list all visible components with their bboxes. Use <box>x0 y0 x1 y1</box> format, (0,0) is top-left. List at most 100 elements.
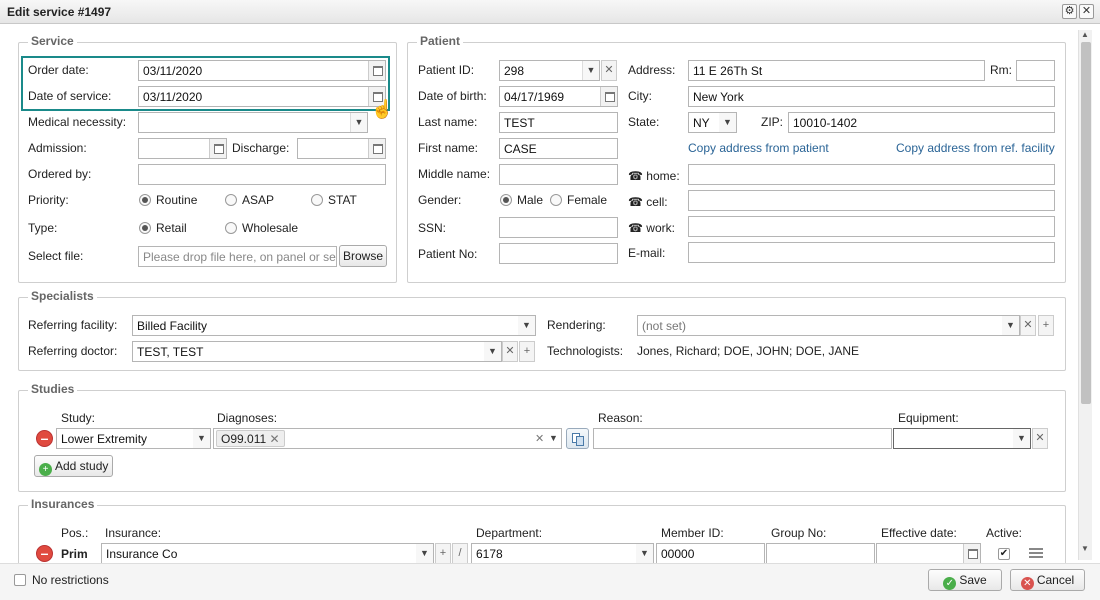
select-file-label: Select file: <box>28 249 84 263</box>
insurance-header: Insurance: <box>105 526 162 540</box>
chevron-down-icon[interactable]: ▼ <box>193 429 210 448</box>
pos-value: Prim <box>61 547 88 561</box>
add-icon[interactable]: + <box>1038 315 1054 336</box>
no-restrictions-checkbox[interactable] <box>14 574 26 586</box>
save-label: Save <box>959 573 987 587</box>
state-label: State: <box>628 115 660 129</box>
copy-from-patient-link[interactable]: Copy address from patient <box>688 141 829 155</box>
remove-tag-icon[interactable]: ✕ <box>270 432 280 446</box>
city-input[interactable]: New York <box>688 86 1055 107</box>
chevron-down-icon[interactable]: ▼ <box>1013 429 1030 448</box>
scroll-up-icon[interactable]: ▲ <box>1081 30 1089 39</box>
calendar-icon[interactable] <box>963 544 980 563</box>
type-retail-radio[interactable] <box>139 222 151 234</box>
referring-facility-select[interactable]: Billed Facility <box>132 315 536 336</box>
email-input[interactable] <box>688 242 1055 263</box>
group-no-input[interactable] <box>766 543 875 564</box>
clear-icon[interactable]: ✕ <box>502 341 518 362</box>
priority-asap-radio[interactable] <box>225 194 237 206</box>
remove-insurance-icon[interactable]: – <box>36 545 53 562</box>
scrollbar-thumb[interactable] <box>1081 42 1091 404</box>
scroll-down-icon[interactable]: ▼ <box>1081 544 1089 553</box>
reason-header: Reason: <box>598 411 643 425</box>
active-checkbox[interactable]: ✔ <box>998 548 1010 560</box>
patient-no-input[interactable] <box>499 243 618 264</box>
study-select[interactable]: Lower Extremity <box>56 428 211 449</box>
gender-female-radio[interactable] <box>550 194 562 206</box>
zip-input[interactable]: 10010-1402 <box>788 112 1055 133</box>
chevron-down-icon[interactable]: ▼ <box>582 61 599 80</box>
priority-routine-radio[interactable] <box>139 194 151 206</box>
check-icon: ✓ <box>943 577 957 590</box>
cell-phone-input[interactable] <box>688 190 1055 211</box>
priority-stat-radio[interactable] <box>311 194 323 206</box>
chevron-down-icon[interactable]: ▼ <box>1002 316 1019 335</box>
department-select[interactable]: 6178 <box>471 543 654 564</box>
gender-male-radio[interactable] <box>500 194 512 206</box>
dob-label: Date of birth: <box>418 89 487 103</box>
member-id-input[interactable]: 00000 <box>656 543 765 564</box>
middle-name-label: Middle name: <box>418 167 491 181</box>
reason-input[interactable] <box>593 428 892 449</box>
equipment-select[interactable] <box>893 428 1031 449</box>
phone-cell-label: ☎ cell: <box>628 195 668 209</box>
window-title: Edit service #1497 <box>7 5 112 19</box>
remove-study-icon[interactable]: – <box>36 430 53 447</box>
add-study-button[interactable]: + Add study <box>34 455 114 477</box>
ordered-by-input[interactable] <box>138 164 386 185</box>
close-icon[interactable]: ✕ <box>1079 4 1094 19</box>
rendering-select[interactable]: (not set) <box>637 315 1020 336</box>
chevron-down-icon[interactable]: ▼ <box>549 433 558 443</box>
cancel-label: Cancel <box>1036 573 1075 587</box>
last-name-input[interactable]: TEST <box>499 112 618 133</box>
insurance-select[interactable]: Insurance Co <box>101 543 434 564</box>
chevron-down-icon[interactable]: ▼ <box>484 342 501 361</box>
pos-header: Pos.: <box>61 526 89 540</box>
calendar-icon[interactable] <box>209 139 226 158</box>
type-wholesale-radio[interactable] <box>225 222 237 234</box>
copy-icon-front <box>576 436 584 446</box>
clear-icon[interactable]: ✕ <box>601 60 617 81</box>
hand-cursor-icon: ☝ <box>371 99 394 119</box>
calendar-icon[interactable] <box>368 61 385 80</box>
chevron-down-icon[interactable]: ▼ <box>416 544 433 563</box>
clear-icon[interactable]: ✕ <box>1020 315 1036 336</box>
add-icon[interactable]: + <box>435 543 451 564</box>
referring-doctor-select[interactable]: TEST, TEST <box>132 341 502 362</box>
save-button[interactable]: ✓ Save <box>928 569 1002 591</box>
cancel-button[interactable]: ✕ Cancel <box>1010 569 1085 591</box>
menu-icon[interactable] <box>1029 548 1043 558</box>
browse-button[interactable]: Browse <box>339 245 388 267</box>
work-phone-input[interactable] <box>688 216 1055 237</box>
order-date-input[interactable]: 03/11/2020 <box>138 60 386 81</box>
add-icon[interactable]: + <box>519 341 535 362</box>
copy-from-facility-link[interactable]: Copy address from ref. facility <box>896 141 1055 155</box>
date-of-service-input[interactable]: 03/11/2020 <box>138 86 386 107</box>
clear-icon[interactable]: ✕ <box>1032 428 1048 449</box>
settings-icon[interactable]: ⚙ <box>1062 4 1077 19</box>
middle-name-input[interactable] <box>499 164 618 185</box>
medical-necessity-label: Medical necessity: <box>28 115 127 129</box>
clear-icon[interactable]: ✕ <box>535 432 544 445</box>
vertical-scrollbar[interactable]: ▲ ▼ <box>1078 30 1092 560</box>
calendar-icon[interactable] <box>600 87 617 106</box>
service-legend: Service <box>28 34 77 48</box>
medical-necessity-select[interactable] <box>138 112 368 133</box>
address-input[interactable]: 11 E 26Th St <box>688 60 985 81</box>
file-drop-input[interactable]: Please drop file here, on panel or se <box>138 246 337 267</box>
discharge-label: Discharge: <box>232 141 290 155</box>
chevron-down-icon[interactable]: ▼ <box>636 544 653 563</box>
ssn-input[interactable] <box>499 217 618 238</box>
chevron-down-icon[interactable]: ▼ <box>350 113 367 132</box>
first-name-input[interactable]: CASE <box>499 138 618 159</box>
edit-icon[interactable]: / <box>452 543 468 564</box>
calendar-icon[interactable] <box>368 139 385 158</box>
chevron-down-icon[interactable]: ▼ <box>518 316 535 335</box>
plus-icon: + <box>39 463 52 476</box>
chevron-down-icon[interactable]: ▼ <box>719 113 736 132</box>
rm-input[interactable] <box>1016 60 1055 81</box>
copy-icon[interactable] <box>566 428 589 449</box>
no-restrictions-label: No restrictions <box>32 573 109 587</box>
phone-icon: ☎ <box>628 221 643 235</box>
home-phone-input[interactable] <box>688 164 1055 185</box>
